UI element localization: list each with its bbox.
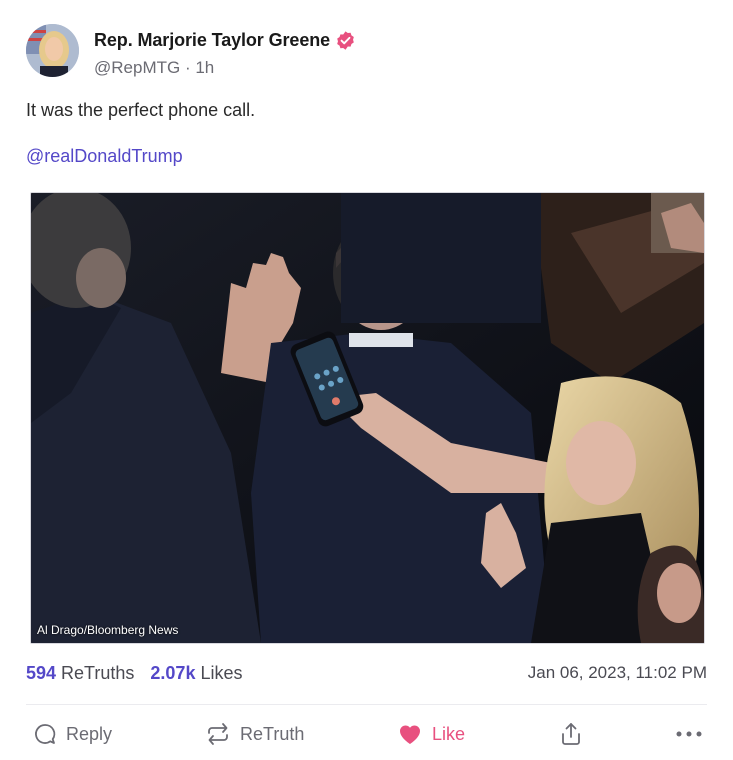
author-handle-row: @RepMTG · 1h (94, 58, 214, 78)
avatar-image (26, 24, 79, 77)
share-icon (562, 723, 580, 745)
like-button[interactable]: Like (397, 720, 465, 748)
like-label: Like (432, 723, 466, 744)
more-icon (676, 731, 702, 737)
reply-label: Reply (66, 723, 113, 744)
reply-icon (35, 724, 56, 744)
divider (26, 704, 707, 705)
photo-credit: Al Drago/Bloomberg News (37, 623, 179, 637)
truth-post: Rep. Marjorie Taylor Greene @RepMTG · 1h… (0, 0, 733, 760)
likes-label[interactable]: Likes (200, 663, 242, 684)
author-handle[interactable]: @RepMTG (94, 58, 180, 77)
photo-illustration (31, 193, 704, 643)
post-photo[interactable]: Al Drago/Bloomberg News (30, 192, 705, 644)
author-name-row: Rep. Marjorie Taylor Greene (94, 30, 356, 51)
retruths-count[interactable]: 594 (26, 663, 56, 684)
retruth-label: ReTruth (240, 723, 305, 744)
separator-dot: · (184, 58, 196, 77)
reply-button[interactable]: Reply (33, 720, 112, 748)
heart-icon (399, 725, 421, 744)
post-stats: 594 ReTruths 2.07k Likes (26, 663, 258, 684)
post-timestamp: Jan 06, 2023, 11:02 PM (527, 663, 707, 682)
verified-badge-icon (335, 30, 356, 51)
avatar[interactable] (26, 24, 79, 77)
retruths-label[interactable]: ReTruths (61, 663, 134, 684)
share-button[interactable] (559, 720, 583, 748)
retruth-icon (208, 723, 228, 745)
author-name[interactable]: Rep. Marjorie Taylor Greene (94, 30, 330, 51)
post-time-ago: 1h (195, 58, 215, 77)
mention-link[interactable]: @realDonaldTrump (26, 146, 183, 167)
retruth-button[interactable]: ReTruth (205, 720, 304, 748)
more-options-button[interactable] (676, 720, 702, 748)
post-text: It was the perfect phone call. (26, 100, 256, 120)
likes-count[interactable]: 2.07k (150, 663, 195, 684)
